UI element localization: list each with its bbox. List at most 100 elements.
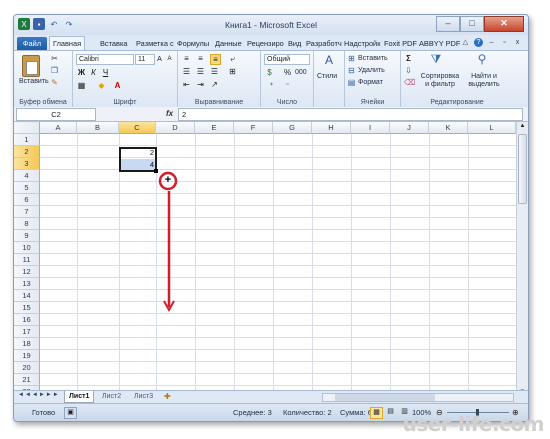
font-color-icon[interactable]: A — [113, 81, 122, 90]
horizontal-scrollbar[interactable] — [322, 393, 514, 402]
tab-view[interactable]: Вид — [288, 37, 301, 50]
formula-input[interactable]: 2 — [178, 108, 523, 121]
paste-button[interactable]: Вставить — [19, 78, 49, 85]
insert-cells-button[interactable]: Вставить — [358, 55, 388, 62]
shrink-font-icon[interactable]: A — [165, 55, 174, 64]
align-middle-icon[interactable]: ≡ — [196, 54, 205, 63]
window-restore-icon[interactable]: ▫ — [500, 38, 509, 47]
vertical-scroll-thumb[interactable] — [518, 134, 527, 204]
align-top-icon[interactable]: ≡ — [182, 54, 191, 63]
cells-group: ⊞ Вставить ⊟ Удалить ▤ Формат Ячейки — [345, 51, 401, 107]
paste-icon[interactable] — [22, 55, 40, 77]
close-button[interactable]: ✕ — [484, 16, 524, 32]
copy-icon[interactable]: ❐ — [50, 66, 59, 75]
number-group: Общий $ % 000 ⁺ ⁻ Число — [261, 51, 314, 107]
horizontal-scroll-thumb[interactable] — [335, 394, 435, 401]
name-box[interactable]: C2 — [16, 108, 96, 121]
status-ready: Готово — [32, 408, 56, 417]
tab-developer[interactable]: Разработч — [306, 37, 342, 50]
tab-addins[interactable]: Надстройк — [344, 37, 380, 50]
currency-icon[interactable]: $ — [265, 68, 274, 77]
vertical-scrollbar[interactable]: ▲ ▼ — [516, 122, 528, 402]
decrease-indent-icon[interactable]: ⇤ — [182, 80, 191, 89]
sheet-tab-1[interactable]: Лист1 — [64, 391, 95, 403]
cells-label: Ячейки — [360, 99, 385, 106]
tab-review[interactable]: Рецензиро — [247, 37, 284, 50]
borders-icon[interactable]: ▦ — [77, 81, 86, 90]
format-cells-button[interactable]: Формат — [358, 79, 383, 86]
status-average: Среднее: 3 — [233, 408, 272, 417]
tab-page-layout[interactable]: Разметка с — [136, 37, 174, 50]
worksheet-grid[interactable]: A B C D E F G H I J K L 1 2 3 4 5 6 7 8 9 10 11 12 1… — [14, 122, 516, 390]
font-name-select[interactable]: Calibri — [76, 54, 134, 65]
font-size-select[interactable]: 11 — [135, 54, 155, 65]
sort-filter-button[interactable]: Сортировка и фильтр — [419, 73, 461, 89]
number-label: Число — [276, 99, 298, 106]
delete-cells-button[interactable]: Удалить — [358, 67, 385, 74]
increase-indent-icon[interactable]: ⇥ — [196, 80, 205, 89]
sheet-tab-3[interactable]: Лист3 — [130, 391, 157, 402]
increase-decimal-icon[interactable]: ⁺ — [267, 81, 276, 90]
tab-foxit-pdf[interactable]: Foxit PDF — [384, 37, 417, 50]
tab-data[interactable]: Данные — [215, 37, 242, 50]
decrease-decimal-icon[interactable]: ⁻ — [283, 81, 292, 90]
clipboard-group: Вставить ✂ ❐ ✎ Буфер обмена — [14, 51, 73, 107]
fill-icon[interactable]: ⇩ — [404, 66, 413, 75]
underline-button[interactable]: Ч — [101, 68, 110, 77]
styles-icon[interactable]: A — [323, 54, 335, 70]
bold-button[interactable]: Ж — [77, 68, 86, 77]
align-center-icon[interactable]: ☰ — [196, 67, 205, 76]
help-icon[interactable]: ? — [474, 38, 483, 47]
sheet-tab-bar: ◄◄◄►►► Лист1 Лист2 Лист3 ✚ — [14, 390, 528, 403]
tab-insert[interactable]: Вставка — [100, 37, 127, 50]
editing-group: Σ ⇩ ⌫ ⧩ Сортировка и фильтр ⚲ Найти и вы… — [401, 51, 513, 107]
clear-icon[interactable]: ⌫ — [404, 78, 415, 87]
minimize-button[interactable]: – — [436, 16, 460, 32]
sort-filter-icon[interactable]: ⧩ — [429, 53, 443, 69]
minimize-ribbon-icon[interactable]: △ — [461, 38, 470, 47]
normal-view-icon[interactable]: ▦ — [370, 407, 383, 419]
formula-bar: C2 fx 2 — [14, 107, 528, 122]
fill-color-icon[interactable]: ◆ — [97, 81, 106, 90]
delete-cells-icon[interactable]: ⊟ — [347, 66, 356, 75]
number-format-select[interactable]: Общий — [264, 54, 310, 65]
format-cells-icon[interactable]: ▤ — [347, 78, 356, 87]
sheet-nav-icon[interactable]: ◄◄◄►►► — [18, 392, 60, 398]
percent-button[interactable]: % — [283, 68, 292, 77]
editing-label: Редактирование — [430, 99, 484, 106]
new-sheet-icon[interactable]: ✚ — [164, 392, 171, 401]
alignment-label: Выравнивание — [194, 99, 244, 106]
orientation-icon[interactable]: ↗ — [210, 80, 219, 89]
align-right-icon[interactable]: ☰ — [210, 67, 219, 76]
window-close-icon[interactable]: x — [513, 38, 522, 47]
align-left-icon[interactable]: ☰ — [182, 67, 191, 76]
italic-button[interactable]: К — [89, 68, 98, 77]
format-painter-icon[interactable]: ✎ — [50, 78, 59, 87]
autosum-icon[interactable]: Σ — [404, 54, 413, 63]
tab-home[interactable]: Главная — [49, 36, 86, 51]
sheet-tab-2[interactable]: Лист2 — [98, 391, 125, 402]
tab-file[interactable]: Файл — [17, 37, 47, 50]
status-sum: Сумма: 6 — [340, 408, 372, 417]
merge-center-icon[interactable]: ⊞ — [228, 67, 237, 76]
thousands-separator-button[interactable]: 000 — [295, 69, 307, 76]
tab-abbyy-pdf[interactable]: ABBYY PDF — [419, 37, 460, 50]
insert-function-button[interactable]: fx — [166, 109, 173, 118]
alignment-group: ≡ ≡ ≡ ⤶ ☰ ☰ ☰ ⊞ ⇤ ⇥ ↗ Выравнивание — [178, 51, 261, 107]
page-layout-view-icon[interactable]: ▤ — [385, 407, 396, 417]
window-minimize-icon[interactable]: – — [487, 38, 496, 47]
maximize-button[interactable]: □ — [460, 16, 484, 32]
wrap-text-icon[interactable]: ⤶ — [228, 54, 237, 63]
grow-font-icon[interactable]: A — [155, 55, 164, 64]
styles-button[interactable]: Стили — [317, 73, 337, 80]
find-select-icon[interactable]: ⚲ — [475, 53, 489, 69]
macro-record-icon[interactable]: ▣ — [64, 407, 77, 419]
cut-icon[interactable]: ✂ — [50, 54, 59, 63]
align-bottom-icon[interactable]: ≡ — [210, 54, 221, 65]
ribbon-tabs: Файл Главная Вставка Разметка с Формулы … — [14, 35, 528, 51]
styles-group: A Стили — [314, 51, 345, 107]
tab-formulas[interactable]: Формулы — [177, 37, 209, 50]
find-select-button[interactable]: Найти и выделить — [465, 73, 503, 89]
scroll-up-icon[interactable]: ▲ — [518, 123, 527, 131]
insert-cells-icon[interactable]: ⊞ — [347, 54, 356, 63]
